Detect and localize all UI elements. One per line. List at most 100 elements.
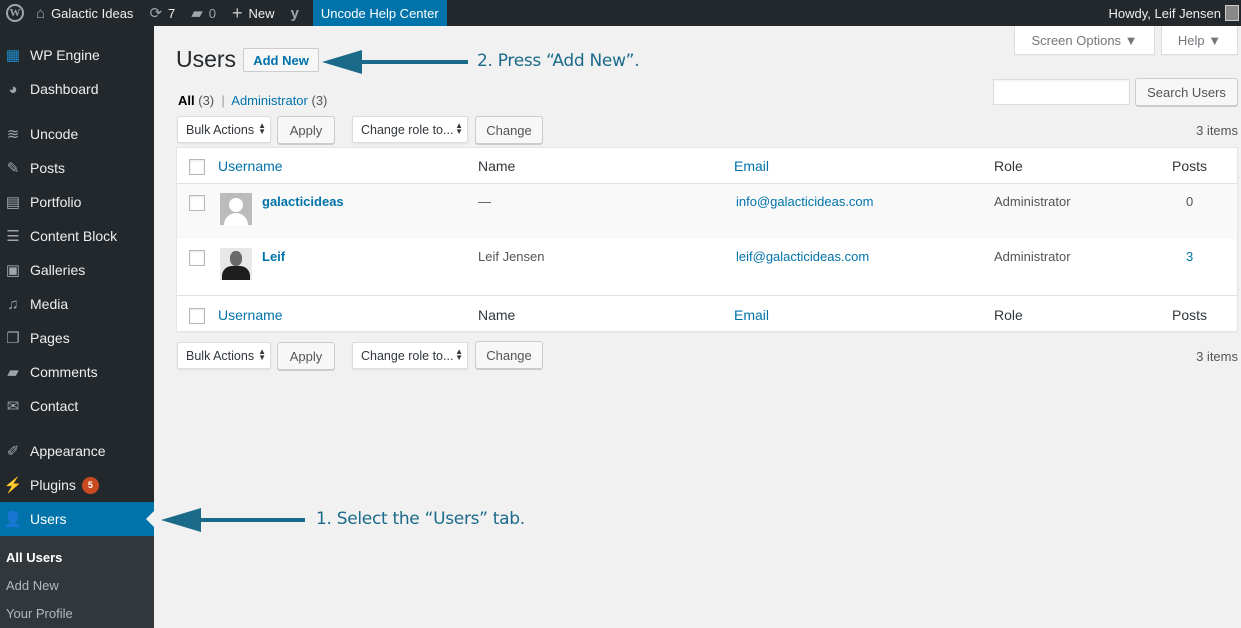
uncode-help-center-link[interactable]: Uncode Help Center [312, 0, 447, 26]
bulk-actions-select-top[interactable]: Bulk Actions ▲ ▼ [177, 116, 271, 143]
column-footer-posts: Posts [1172, 307, 1208, 323]
username-link[interactable]: galacticideas [262, 194, 344, 209]
select-arrows-icon: ▲ ▼ [258, 347, 266, 362]
my-account-menu[interactable]: Howdy, Leif Jensen [1109, 5, 1241, 21]
yoast-icon: y [290, 4, 299, 22]
wordpress-menu[interactable]: W [2, 0, 28, 26]
column-footer-username[interactable]: Username [218, 307, 283, 323]
name-cell: Leif Jensen [478, 249, 545, 264]
sidebar-item-pages[interactable]: ❐ Pages [0, 321, 154, 355]
refresh-icon: ⟳ [149, 5, 163, 22]
role-cell: Administrator [994, 194, 1071, 209]
users-submenu: All Users Add New Your Profile [0, 536, 154, 628]
mail-icon: ✉ [6, 398, 20, 415]
row-checkbox[interactable] [189, 250, 205, 266]
sidebar-item-posts[interactable]: ✎ Posts [0, 151, 154, 185]
column-header-email[interactable]: Email [734, 158, 769, 174]
sidebar-item-wp-engine[interactable]: ▦ WP Engine [0, 38, 154, 72]
search-users-button[interactable]: Search Users [1135, 78, 1238, 106]
email-link[interactable]: leif@galacticideas.com [736, 249, 869, 264]
row-checkbox[interactable] [189, 195, 205, 211]
column-header-name: Name [478, 158, 516, 174]
help-button[interactable]: Help ▼ [1161, 26, 1238, 55]
select-arrows-icon: ▲ ▼ [455, 347, 463, 362]
email-link[interactable]: info@galacticideas.com [736, 194, 873, 209]
username-link[interactable]: Leif [262, 249, 285, 264]
sidebar-item-galleries[interactable]: ▣ Galleries [0, 253, 154, 287]
sidebar-item-users[interactable]: 👤 Users [0, 502, 154, 536]
new-content-link[interactable]: + New [224, 0, 283, 26]
admin-sidebar: ▦ WP Engine ◕ Dashboard ≋ Uncode ✎ Posts ▤ Po… [0, 26, 154, 628]
change-role-select-bottom[interactable]: Change role to... ▲ ▼ [352, 342, 468, 369]
sidebar-item-uncode[interactable]: ≋ Uncode [0, 117, 154, 151]
site-name-link[interactable]: ⌂ Galactic Ideas [28, 0, 141, 26]
screen-options-button[interactable]: Screen Options ▼ [1014, 26, 1155, 55]
table-row: Leif Leif Jensen leif@galacticideas.com … [177, 239, 1237, 295]
posts-count-link[interactable]: 3 [1186, 249, 1193, 264]
column-footer-name: Name [478, 307, 516, 323]
filter-administrator[interactable]: Administrator [231, 93, 308, 108]
filter-all[interactable]: All (3) [178, 93, 214, 108]
comments-link[interactable]: ▰ 0 [183, 0, 224, 26]
apply-button-top[interactable]: Apply [277, 116, 335, 144]
user-icon: 👤 [3, 511, 23, 528]
items-count-bottom: 3 items [1196, 349, 1238, 364]
table-row: galacticideas — info@galacticideas.com A… [177, 183, 1237, 239]
submenu-add-new[interactable]: Add New [6, 578, 59, 593]
change-role-select-top[interactable]: Change role to... ▲ ▼ [352, 116, 468, 143]
pin-icon: ✎ [6, 160, 20, 177]
layers-icon: ≋ [6, 126, 20, 143]
search-users-input[interactable] [993, 79, 1130, 105]
submenu-your-profile[interactable]: Your Profile [6, 606, 73, 621]
change-role-button-bottom[interactable]: Change [475, 341, 543, 369]
media-icon: ♫ [7, 295, 19, 313]
role-cell: Administrator [994, 249, 1071, 264]
column-header-posts: Posts [1172, 158, 1208, 174]
sidebar-item-appearance[interactable]: ✐ Appearance [0, 434, 154, 468]
submenu-all-users[interactable]: All Users [6, 550, 62, 565]
items-count-top: 3 items [1196, 123, 1238, 138]
sidebar-item-media[interactable]: ♫ Media [0, 287, 154, 321]
name-cell: — [478, 194, 491, 209]
users-table: Username Name Email Role Posts galactici… [176, 147, 1238, 332]
avatar-default [220, 193, 252, 225]
select-arrows-icon: ▲ ▼ [258, 121, 266, 136]
sidebar-item-contact[interactable]: ✉ Contact [0, 389, 154, 423]
plus-icon: + [232, 2, 243, 23]
sidebar-item-content-block[interactable]: ☰ Content Block [0, 219, 154, 253]
wp-engine-icon: ▦ [5, 47, 21, 64]
grid-icon: ▤ [5, 194, 21, 211]
gallery-icon: ▣ [5, 262, 21, 279]
select-all-checkbox[interactable] [189, 159, 205, 175]
column-footer-role: Role [994, 307, 1023, 323]
wordpress-logo-icon: W [6, 4, 24, 22]
annotation-arrow-users [161, 508, 305, 532]
annotation-arrow-add-new [322, 50, 468, 74]
role-filter-links: All (3) | Administrator (3) [178, 93, 328, 108]
pages-icon: ❐ [6, 330, 20, 347]
user-avatar-small [1225, 5, 1239, 21]
plugins-update-badge: 5 [81, 476, 99, 494]
admin-bar: W ⌂ Galactic Ideas ⟳ 7 ▰ 0 + New y Uncode He… [0, 0, 1241, 26]
select-all-checkbox-footer[interactable] [189, 308, 205, 324]
avatar-photo [220, 248, 252, 280]
sidebar-item-comments[interactable]: ▰ Comments [0, 355, 154, 389]
updates-link[interactable]: ⟳ 7 [141, 0, 183, 26]
yoast-seo-menu[interactable]: y [283, 0, 313, 26]
column-footer-email[interactable]: Email [734, 307, 769, 323]
plug-icon: ⚡ [3, 477, 23, 494]
add-new-button[interactable]: Add New [243, 48, 319, 72]
annotation-step-2: 2. Press “Add New”. [477, 51, 640, 71]
change-role-button-top[interactable]: Change [475, 116, 543, 144]
annotation-step-1: 1. Select the “Users” tab. [316, 509, 525, 529]
apply-button-bottom[interactable]: Apply [277, 342, 335, 370]
select-arrows-icon: ▲ ▼ [455, 121, 463, 136]
column-header-username[interactable]: Username [218, 158, 283, 174]
sidebar-item-dashboard[interactable]: ◕ Dashboard [0, 72, 154, 106]
comment-icon: ▰ [7, 364, 19, 381]
sidebar-item-plugins[interactable]: ⚡ Plugins 5 [0, 468, 154, 502]
posts-count: 0 [1186, 194, 1194, 209]
sidebar-item-portfolio[interactable]: ▤ Portfolio [0, 185, 154, 219]
bulk-actions-select-bottom[interactable]: Bulk Actions ▲ ▼ [177, 342, 271, 369]
brush-icon: ✐ [6, 443, 20, 460]
